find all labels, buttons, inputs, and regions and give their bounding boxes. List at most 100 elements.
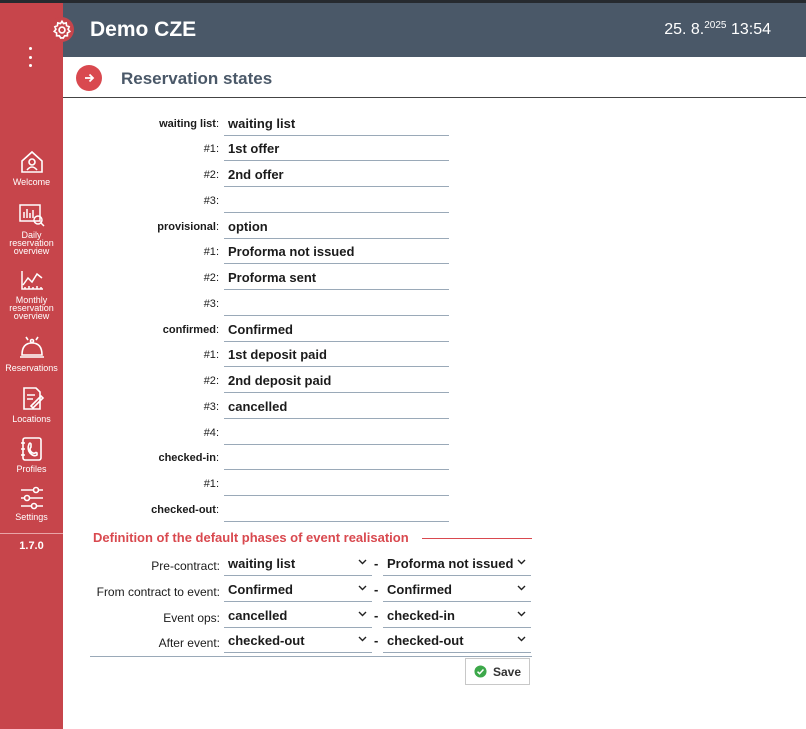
- state-name-field[interactable]: 2nd deposit paid: [224, 369, 449, 393]
- phase-to-select[interactable]: Confirmed: [383, 579, 531, 602]
- state-label: #1:: [203, 143, 219, 155]
- state-name-field[interactable]: [224, 498, 449, 522]
- state-row: #2: Proforma sent: [63, 266, 463, 290]
- app-header: Demo CZE 25. 8.2025 13:54: [63, 3, 806, 57]
- chevron-down-icon: [517, 636, 526, 642]
- state-label-text: #1: [203, 246, 216, 258]
- state-name-field[interactable]: option: [224, 215, 449, 239]
- state-name-field[interactable]: [224, 292, 449, 316]
- state-label: #3:: [203, 195, 219, 207]
- sidebar-item-locations[interactable]: Locations: [0, 386, 63, 424]
- state-row: #2: 2nd offer: [63, 163, 463, 187]
- phase-from-select[interactable]: waiting list: [224, 553, 372, 576]
- phase-dash: -: [374, 582, 379, 597]
- chevron-down-icon: [517, 559, 526, 565]
- phase-label: After event:: [158, 636, 220, 650]
- phase-to-value: Confirmed: [387, 582, 452, 597]
- phase-to-select[interactable]: Proforma not issued: [383, 553, 531, 576]
- state-label-text: #3: [203, 195, 216, 207]
- phase-from-select[interactable]: checked-out: [224, 630, 372, 653]
- state-name-field[interactable]: 1st offer: [224, 137, 449, 161]
- state-row: #1: 1st offer: [63, 137, 463, 161]
- sidebar-item-welcome[interactable]: Welcome: [0, 149, 63, 187]
- sidebar-item-label: Monthly reservation overview: [9, 295, 54, 321]
- state-name-field[interactable]: [224, 189, 449, 213]
- state-row: #3:: [63, 292, 463, 316]
- state-label-text: #1: [203, 143, 216, 155]
- clock-year: 2025: [704, 20, 727, 31]
- phase-from-select[interactable]: cancelled: [224, 605, 372, 628]
- state-label: waiting list:: [159, 118, 219, 130]
- state-row: #1:: [63, 472, 463, 496]
- phase-from-select[interactable]: Confirmed: [224, 579, 372, 602]
- state-label-text: #2: [203, 272, 216, 284]
- state-row: #1: Proforma not issued: [63, 240, 463, 264]
- phase-to-value: Proforma not issued: [387, 556, 514, 571]
- chevron-down-icon: [358, 611, 367, 617]
- version-divider: [0, 533, 63, 534]
- state-row: waiting list: waiting list: [63, 112, 463, 136]
- phase-label: Event ops:: [163, 611, 220, 625]
- state-label: #4:: [203, 427, 219, 439]
- state-label-text: provisional: [157, 221, 216, 233]
- contacts-icon: [20, 437, 42, 461]
- phase-to-select[interactable]: checked-out: [383, 630, 531, 653]
- state-label: provisional:: [157, 221, 219, 233]
- sliders-icon: [20, 486, 43, 510]
- app-title: Demo CZE: [90, 18, 197, 41]
- state-row: #3: cancelled: [63, 395, 463, 419]
- state-name-field[interactable]: 1st deposit paid: [224, 343, 449, 367]
- version-label: 1.7.0: [19, 540, 44, 552]
- gear-icon[interactable]: [49, 17, 74, 42]
- state-name-field[interactable]: Confirmed: [224, 318, 449, 342]
- phase-row: Pre-contract: waiting list - Proforma not i…: [63, 553, 543, 577]
- state-name-field[interactable]: waiting list: [224, 112, 449, 136]
- phase-row: Event ops: cancelled - checked-in: [63, 605, 543, 629]
- state-label: confirmed:: [162, 324, 219, 336]
- kebab-menu-icon[interactable]: [29, 47, 33, 67]
- state-row: checked-out:: [63, 498, 463, 522]
- state-name-field[interactable]: 2nd offer: [224, 163, 449, 187]
- phases-section-divider: [422, 538, 532, 539]
- state-label-text: #1: [203, 478, 216, 490]
- page-title-bar: Reservation states: [63, 57, 806, 98]
- state-row: #4:: [63, 421, 463, 445]
- state-label: #1:: [203, 246, 219, 258]
- state-name-field[interactable]: Proforma not issued: [224, 240, 449, 264]
- state-name-field[interactable]: [224, 421, 449, 445]
- state-name-field[interactable]: cancelled: [224, 395, 449, 419]
- sidebar-item-label: Locations: [12, 414, 51, 424]
- phase-to-value: checked-in: [387, 608, 455, 623]
- bell-icon: [19, 336, 44, 358]
- state-label-text: #2: [203, 375, 216, 387]
- clock: 25. 8.2025 13:54: [664, 20, 771, 39]
- chevron-down-icon: [358, 585, 367, 591]
- phase-from-value: waiting list: [228, 556, 296, 571]
- sidebar-item-reservations[interactable]: Reservations: [0, 335, 63, 373]
- back-button[interactable]: [76, 65, 102, 91]
- state-name-field[interactable]: Proforma sent: [224, 266, 449, 290]
- state-row: #2: 2nd deposit paid: [63, 369, 463, 393]
- state-row: #1: 1st deposit paid: [63, 343, 463, 367]
- sidebar-item-profiles[interactable]: Profiles: [0, 436, 63, 474]
- sidebar-item-settings[interactable]: Settings: [0, 486, 63, 522]
- state-label-text: #4: [203, 427, 216, 439]
- state-label-text: #3: [203, 401, 216, 413]
- sidebar-item-label: Welcome: [12, 177, 51, 187]
- state-label: #1:: [203, 478, 219, 490]
- document-edit-icon: [22, 387, 44, 410]
- phases-section-title: Definition of the default phases of even…: [93, 530, 409, 545]
- state-name-field[interactable]: [224, 472, 449, 496]
- state-name-field[interactable]: [224, 446, 449, 470]
- save-button[interactable]: Save: [465, 658, 530, 685]
- sidebar: Welcome Daily reservation overview Month…: [0, 3, 63, 729]
- phase-label: Pre-contract:: [151, 559, 220, 573]
- phase-from-value: checked-out: [228, 633, 305, 648]
- page-title: Reservation states: [121, 69, 273, 88]
- sidebar-item-label: Profiles: [16, 464, 47, 474]
- sidebar-item-monthly-overview[interactable]: Monthly reservation overview: [0, 269, 63, 321]
- chevron-down-icon: [358, 559, 367, 565]
- phase-to-select[interactable]: checked-in: [383, 605, 531, 628]
- sidebar-item-daily-overview[interactable]: Daily reservation overview: [0, 202, 63, 256]
- state-label: #3:: [203, 298, 219, 310]
